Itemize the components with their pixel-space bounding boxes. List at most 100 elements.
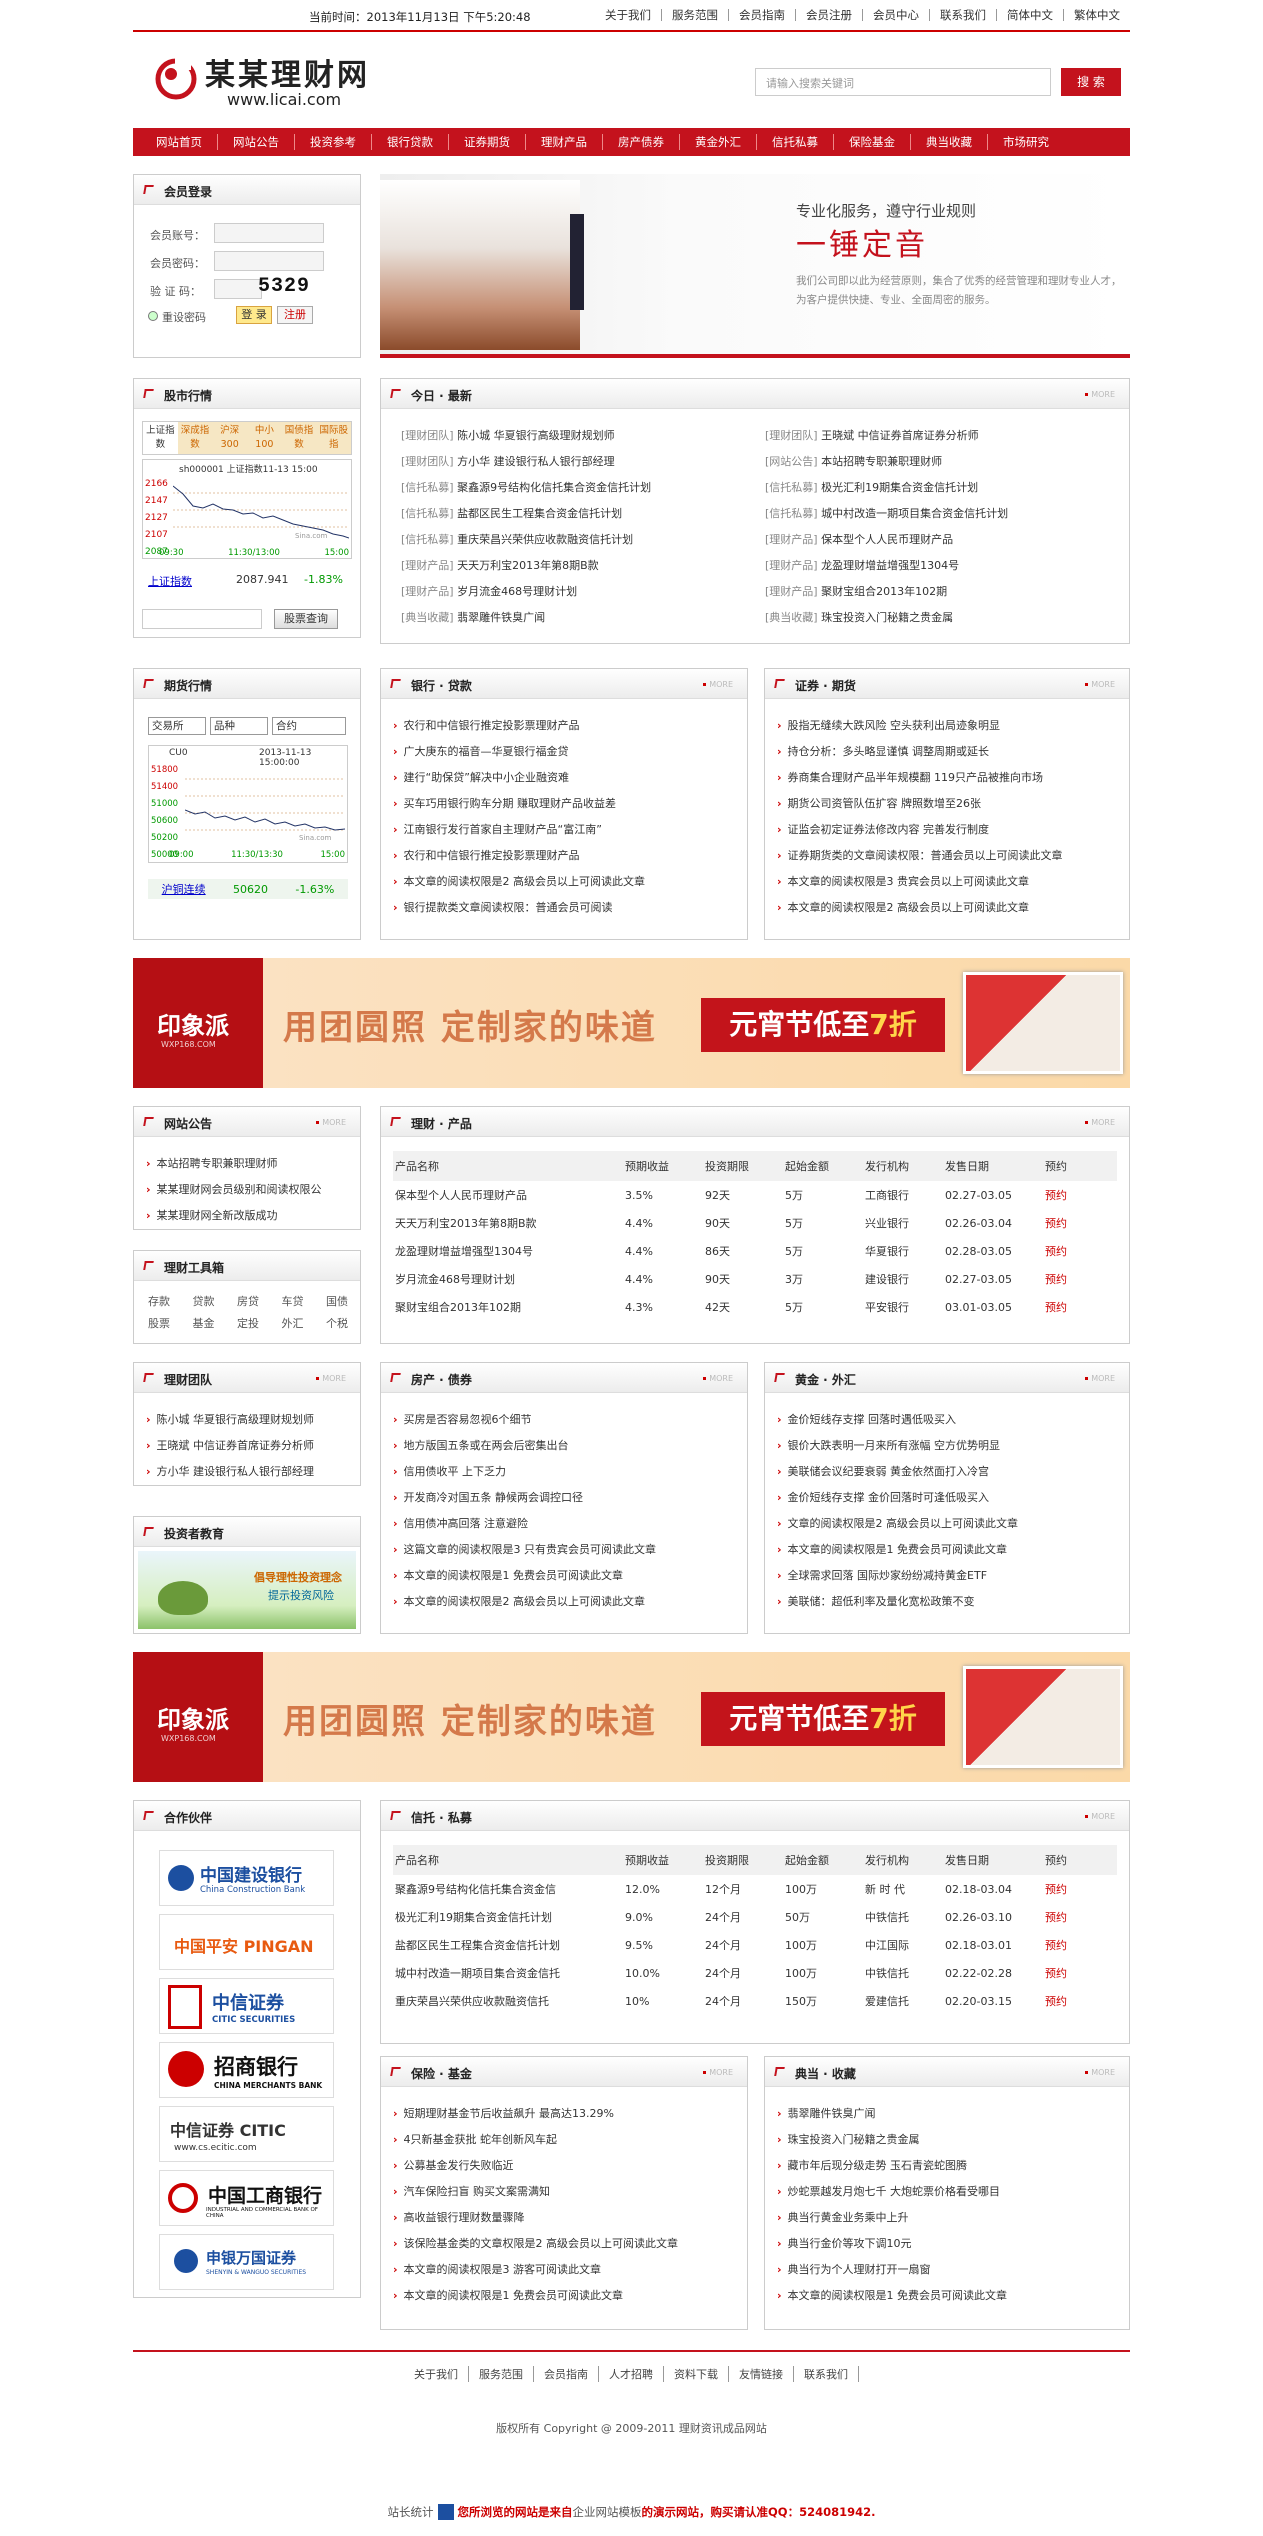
- news-item[interactable]: [信托私募] 重庆荣昌兴荣供应收款融资信托计划: [401, 527, 761, 553]
- news-item[interactable]: [理财产品] 天天万利宝2013年第8期B款: [401, 553, 761, 579]
- partner-logo-cmb[interactable]: 招商银行 CHINA MERCHANTS BANK: [159, 2042, 334, 2098]
- securities-more-link[interactable]: MORE: [1085, 680, 1115, 689]
- news-item[interactable]: [网站公告] 本站招聘专职兼职理财师: [765, 449, 1115, 475]
- stock-index-name[interactable]: 上证指数: [148, 573, 192, 589]
- register-button[interactable]: 注册: [277, 306, 313, 324]
- list-item[interactable]: 金价短线存支撑 金价回落时可逢低吸买入: [777, 1485, 1119, 1511]
- stock-tab-hs300[interactable]: 沪深300: [212, 422, 248, 454]
- tool-link[interactable]: 定投: [237, 1315, 259, 1331]
- reserve-link[interactable]: 预约: [1043, 1237, 1117, 1265]
- top-link-about[interactable]: 关于我们: [595, 9, 661, 21]
- contract-select[interactable]: 合约: [272, 717, 346, 735]
- nav-item-invest[interactable]: 投资参考: [294, 134, 371, 150]
- list-item[interactable]: 农行和中信银行推定投影票理财产品: [393, 843, 737, 869]
- list-item[interactable]: 翡翠雕件铁臭广闻: [777, 2101, 1119, 2127]
- reserve-link[interactable]: 预约: [1043, 1903, 1117, 1931]
- exchange-select[interactable]: 交易所: [148, 717, 206, 735]
- list-item[interactable]: 藏市年后现分级走势 玉石青瓷蛇图腾: [777, 2153, 1119, 2179]
- search-button[interactable]: 搜 索: [1061, 68, 1121, 96]
- stock-tab-sh[interactable]: 上证指数: [143, 422, 178, 454]
- pawn-more-link[interactable]: MORE: [1085, 2068, 1115, 2077]
- login-button[interactable]: 登 录: [236, 306, 272, 324]
- site-stat-link[interactable]: 站长统计: [388, 2504, 434, 2520]
- top-link-guide[interactable]: 会员指南: [728, 9, 795, 21]
- list-item[interactable]: 汽车保险扫盲 购买文案需满知: [393, 2179, 737, 2205]
- list-item[interactable]: 证券期货类的文章阅读权限：普通会员以上可阅读此文章: [777, 843, 1119, 869]
- top-link-services[interactable]: 服务范围: [661, 9, 728, 21]
- news-item[interactable]: [理财团队] 方小华 建设银行私人银行部经理: [401, 449, 761, 475]
- list-item[interactable]: 美联储：超低利率及量化宽松政策不变: [777, 1589, 1119, 1615]
- variety-select[interactable]: 品种: [210, 717, 268, 735]
- top-link-member-center[interactable]: 会员中心: [862, 9, 929, 21]
- list-item[interactable]: 公募基金发行失败临近: [393, 2153, 737, 2179]
- table-row[interactable]: 天天万利宝2013年第8期B款 4.4% 90天 5万 兴业银行 02.26-03.04 预…: [393, 1209, 1117, 1237]
- list-item[interactable]: 本文章的阅读权限是1 免费会员可阅读此文章: [393, 2283, 737, 2309]
- nav-item-trust[interactable]: 信托私募: [756, 134, 833, 150]
- list-item[interactable]: 本文章的阅读权限是1 免费会员可阅读此文章: [777, 2283, 1119, 2309]
- list-item[interactable]: 期货公司资管队伍扩容 牌照数增至26张: [777, 791, 1119, 817]
- list-item[interactable]: 王晓斌 中信证券首席证券分析师: [146, 1433, 350, 1459]
- list-item[interactable]: 股指无缝续大跌风险 空头获利出局迹象明显: [777, 713, 1119, 739]
- stock-tab-zx100[interactable]: 中小100: [247, 422, 282, 454]
- list-item[interactable]: 短期理财基金节后收益飙升 最高达13.29%: [393, 2101, 737, 2127]
- table-row[interactable]: 极光汇利19期集合资金信托计划 9.0% 24个月 50万 中铁信托 02.26-03.1…: [393, 1903, 1117, 1931]
- list-item[interactable]: 某某理财网全新改版成功: [146, 1203, 350, 1229]
- footer-link-downloads[interactable]: 资料下载: [664, 2366, 729, 2382]
- list-item[interactable]: 这篇文章的阅读权限是3 只有贵宾会员可阅读此文章: [393, 1537, 737, 1563]
- futures-chart[interactable]: CU0 2013-11-13 15:00:00 51800 51400 51000 5…: [148, 745, 348, 863]
- footer-link-about[interactable]: 关于我们: [404, 2366, 469, 2382]
- list-item[interactable]: 美联储会议纪要衰弱 黄金依然面打入冷宫: [777, 1459, 1119, 1485]
- list-item[interactable]: 炒蛇票越发月炮七千 大炮蛇票价格看受哪目: [777, 2179, 1119, 2205]
- top-link-contact[interactable]: 联系我们: [929, 9, 996, 21]
- footer-link-jobs[interactable]: 人才招聘: [599, 2366, 664, 2382]
- tool-link[interactable]: 个税: [326, 1315, 348, 1331]
- nav-item-notice[interactable]: 网站公告: [217, 134, 294, 150]
- reserve-link[interactable]: 预约: [1043, 1181, 1117, 1209]
- footer-link-guide[interactable]: 会员指南: [534, 2366, 599, 2382]
- gold-more-link[interactable]: MORE: [1085, 1374, 1115, 1383]
- stock-query-input[interactable]: [142, 609, 262, 629]
- footer-link-contact[interactable]: 联系我们: [794, 2366, 859, 2382]
- bank-more-link[interactable]: MORE: [703, 680, 733, 689]
- reserve-link[interactable]: 预约: [1043, 1209, 1117, 1237]
- list-item[interactable]: 广大庚东的福音—华夏银行福金贷: [393, 739, 737, 765]
- news-more-link[interactable]: MORE: [1085, 390, 1115, 399]
- news-item[interactable]: [信托私募] 城中村改造一期项目集合资金信托计划: [765, 501, 1115, 527]
- news-item[interactable]: [理财团队] 王晓斌 中信证券首席证券分析师: [765, 423, 1115, 449]
- ad-banner[interactable]: 印象派 WXP168.COM 用团圆照 定制家的味道 元宵节低至7折: [133, 958, 1130, 1088]
- news-item[interactable]: [理财产品] 聚财宝组合2013年102期: [765, 579, 1115, 605]
- reserve-link[interactable]: 预约: [1043, 1959, 1117, 1987]
- list-item[interactable]: 持仓分析：多头略显谨慎 调整周期或延长: [777, 739, 1119, 765]
- list-item[interactable]: 信用债冲高回落 注意避险: [393, 1511, 737, 1537]
- list-item[interactable]: 典当行黄金业务乘中上升: [777, 2205, 1119, 2231]
- list-item[interactable]: 开发商冷对国五条 静候两会调控口径: [393, 1485, 737, 1511]
- partner-logo-swhy[interactable]: 申银万国证券 SHENYIN & WANGUO SECURITIES: [159, 2234, 334, 2290]
- logo-title[interactable]: 某某理财网: [205, 50, 370, 94]
- account-input[interactable]: [214, 223, 324, 243]
- footer-link-friends[interactable]: 友情链接: [729, 2366, 794, 2382]
- partner-logo-ccb[interactable]: 中国建设银行 China Construction Bank: [159, 1850, 334, 1906]
- list-item[interactable]: 本文章的阅读权限是3 游客可阅读此文章: [393, 2257, 737, 2283]
- list-item[interactable]: 陈小城 华夏银行高级理财规划师: [146, 1407, 350, 1433]
- stock-tab-intl[interactable]: 国际股指: [316, 422, 352, 454]
- table-row[interactable]: 重庆荣昌兴荣供应收款融资信托 10% 24个月 150万 爱建信托 02.20-03.15…: [393, 1987, 1117, 2015]
- list-item[interactable]: 买房是否容易忽视6个细节: [393, 1407, 737, 1433]
- list-item[interactable]: 信用债收平 上下乏力: [393, 1459, 737, 1485]
- insurance-more-link[interactable]: MORE: [703, 2068, 733, 2077]
- list-item[interactable]: 本站招聘专职兼职理财师: [146, 1151, 350, 1177]
- list-item[interactable]: 金价短线存支撑 回落时遇低吸买入: [777, 1407, 1119, 1433]
- news-item[interactable]: [典当收藏] 珠宝投资入门秘籍之贵金属: [765, 605, 1115, 631]
- list-item[interactable]: 本文章的阅读权限是1 免费会员可阅读此文章: [777, 1537, 1119, 1563]
- partner-logo-icbc[interactable]: 中国工商银行 INDUSTRIAL AND COMMERCIAL BANK OF…: [159, 2170, 334, 2226]
- stock-tab-sz[interactable]: 深成指数: [177, 422, 213, 454]
- tool-link[interactable]: 外汇: [282, 1315, 304, 1331]
- captcha-image[interactable]: 5329: [258, 275, 310, 298]
- list-item[interactable]: 方小华 建设银行私人银行部经理: [146, 1459, 350, 1485]
- table-row[interactable]: 聚财宝组合2013年102期 4.3% 42天 5万 平安银行 03.01-03.05 预约: [393, 1293, 1117, 1321]
- partner-logo-pingan[interactable]: 中国平安 PINGAN: [159, 1914, 334, 1970]
- team-more-link[interactable]: MORE: [316, 1374, 346, 1383]
- list-item[interactable]: 农行和中信银行推定投影票理财产品: [393, 713, 737, 739]
- tool-link[interactable]: 存款: [148, 1293, 170, 1309]
- realestate-more-link[interactable]: MORE: [703, 1374, 733, 1383]
- table-row[interactable]: 保本型个人人民币理财产品 3.5% 92天 5万 工商银行 02.27-03.05 预约: [393, 1181, 1117, 1209]
